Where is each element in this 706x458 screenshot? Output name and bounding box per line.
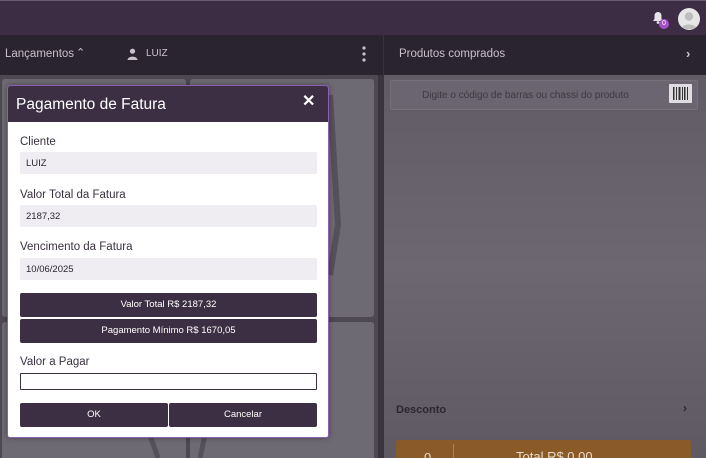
- vencimento-label: Vencimento da Fatura: [20, 241, 133, 253]
- valor-pagar-input[interactable]: [20, 373, 317, 390]
- vencimento-field: 10/06/2025: [20, 258, 317, 280]
- user-avatar[interactable]: [678, 8, 700, 30]
- valor-pagar-label: Valor a Pagar: [20, 356, 90, 368]
- notification-count-badge: 0: [659, 19, 669, 29]
- total-value: Total R$ 0,00: [516, 449, 593, 458]
- lancamentos-selector[interactable]: Lançamentos: [5, 48, 74, 60]
- desconto-chevron-icon[interactable]: ›: [683, 401, 687, 415]
- cliente-label: Cliente: [20, 136, 56, 148]
- modal-title: Pagamento de Fatura: [16, 96, 166, 113]
- total-separator: [453, 444, 454, 458]
- modal-header: Pagamento de Fatura ✕: [8, 86, 328, 122]
- barcode-icon[interactable]: [669, 84, 692, 103]
- barcode-placeholder: Digite o código de barras ou chassi do p…: [422, 90, 629, 101]
- sort-chevron-icon[interactable]: ⌃: [76, 46, 85, 59]
- pagamento-fatura-modal: Pagamento de Fatura ✕ Cliente LUIZ Valor…: [7, 85, 329, 438]
- desconto-label[interactable]: Desconto: [396, 404, 446, 416]
- chevron-right-icon[interactable]: ›: [686, 46, 690, 61]
- total-quantity: 0: [424, 450, 432, 458]
- produtos-comprados-title: Produtos comprados: [399, 48, 506, 60]
- header-divider: [383, 35, 384, 75]
- sub-header: Lançamentos ⌃ LUIZ Produtos comprados ›: [0, 35, 706, 75]
- valor-total-label: Valor Total da Fatura: [20, 189, 126, 201]
- more-options-icon[interactable]: [361, 45, 367, 63]
- close-icon[interactable]: ✕: [302, 94, 315, 110]
- user-icon: [127, 48, 138, 60]
- produtos-panel: [384, 75, 706, 458]
- valor-total-button[interactable]: Valor Total R$ 2187,32: [20, 293, 317, 317]
- top-bar: 0: [0, 0, 706, 35]
- pagamento-minimo-button[interactable]: Pagamento Mínimo R$ 1670,05: [20, 319, 317, 343]
- valor-total-field: 2187,32: [20, 205, 317, 227]
- header-user-name: LUIZ: [146, 48, 168, 59]
- ok-button[interactable]: OK: [20, 403, 168, 427]
- cancel-button[interactable]: Cancelar: [169, 403, 317, 427]
- lancamentos-header: Lançamentos ⌃ LUIZ: [0, 35, 380, 75]
- cliente-field: LUIZ: [20, 152, 317, 174]
- avatar-person-icon: [681, 12, 697, 29]
